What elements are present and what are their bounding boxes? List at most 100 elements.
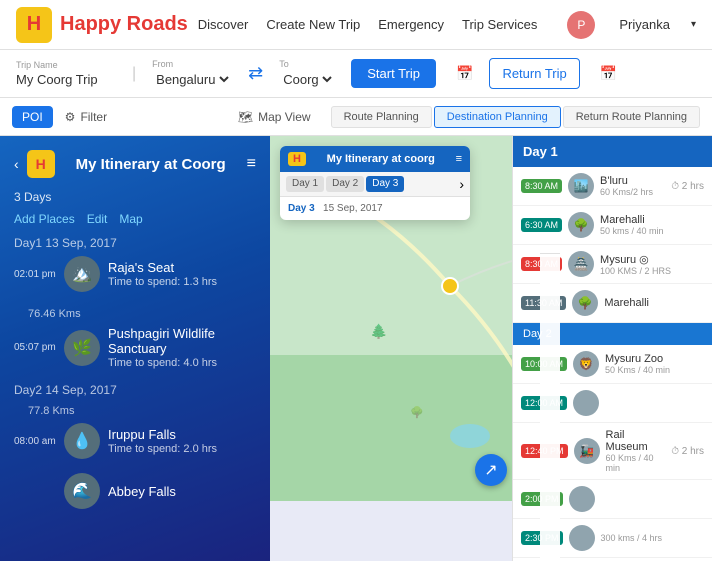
panel-meta: 3 Days: [0, 186, 270, 212]
nav-discover[interactable]: Discover: [198, 17, 249, 32]
filter-icon: ⚙: [65, 110, 76, 124]
item-info: Abbey Falls: [108, 484, 256, 499]
kms-day1: 76.46 Kms: [14, 306, 256, 326]
to-field: To Coorg: [279, 59, 335, 88]
filter-label: Filter: [80, 110, 107, 124]
item-time-badge: 6:30 AM: [521, 218, 562, 232]
item-name: Pushpagiri Wildlife Sanctuary: [108, 326, 256, 356]
list-item: 🌊 Abbey Falls: [14, 473, 256, 509]
from-label: From: [152, 59, 232, 69]
planning-tabs: Route Planning Destination Planning Retu…: [331, 106, 700, 128]
edit-link[interactable]: Edit: [87, 212, 108, 226]
map-view-button[interactable]: 🗺 Map View: [238, 110, 311, 124]
mini-title: My Itinerary at coorg: [327, 153, 435, 165]
item-thumb: 🚂: [574, 438, 600, 464]
item-time-badge: 8:30 AM: [521, 179, 562, 193]
itinerary-list: Day1 13 Sep, 2017 02:01 pm 🏔️ Raja's Sea…: [0, 236, 270, 531]
kms-day2: 77.8 Kms: [14, 403, 256, 423]
user-name[interactable]: Priyanka: [619, 17, 670, 32]
item-name: Mysuru ◎: [600, 253, 704, 266]
mini-day-tab-3[interactable]: Day 3: [366, 176, 404, 192]
item-info: Pushpagiri Wildlife Sanctuary Time to sp…: [108, 326, 256, 369]
tab-route-planning[interactable]: Route Planning: [331, 106, 432, 128]
day1-section: Day1 13 Sep, 2017 02:01 pm 🏔️ Raja's Sea…: [14, 236, 256, 369]
trip-name-input[interactable]: [16, 72, 116, 87]
nav-links: Discover Create New Trip Emergency Trip …: [198, 11, 696, 39]
user-avatar: P: [567, 11, 595, 39]
hamburger-icon[interactable]: ≡: [247, 155, 256, 173]
list-item: 6:30 AM 🌳 Marehalli 50 kms / 40 min: [513, 206, 712, 245]
item-meta: 100 KMS / 2 HRS: [600, 266, 704, 276]
item-spend: Time to spend: 2.0 hrs: [108, 443, 256, 455]
item-name: Marehalli: [600, 214, 704, 226]
item-spend: Time to spend: 4.0 hrs: [108, 357, 256, 369]
item-thumb: 🏯: [568, 251, 594, 277]
map-icon: 🗺: [238, 110, 253, 124]
item-thumb: 🌳: [572, 290, 598, 316]
nav-create-trip[interactable]: Create New Trip: [266, 17, 360, 32]
map-link[interactable]: Map: [119, 212, 142, 226]
mini-next-icon[interactable]: ›: [459, 176, 464, 192]
navigate-icon: ↗: [484, 460, 497, 480]
item-thumb: 🦁: [573, 351, 599, 377]
panel-title: My Itinerary at Coorg: [63, 156, 239, 173]
item-info: Marehalli: [604, 297, 704, 309]
to-select[interactable]: Coorg: [279, 71, 335, 88]
tab-return-route-planning[interactable]: Return Route Planning: [563, 106, 700, 128]
item-name: B'luru: [600, 175, 665, 187]
item-thumb: 🏙️: [568, 173, 594, 199]
start-trip-button[interactable]: Start Trip: [351, 59, 436, 88]
filter-button[interactable]: ⚙ Filter: [65, 110, 107, 124]
item-spend: Time to spend: 1.3 hrs: [108, 276, 256, 288]
return-trip-button[interactable]: Return Trip: [489, 58, 579, 89]
item-name: Raja's Seat: [108, 260, 256, 275]
item-duration: ⏱ 2 hrs: [671, 446, 704, 457]
panel-actions: Add Places Edit Map: [0, 212, 270, 236]
mini-day-tab-2[interactable]: Day 2: [326, 176, 364, 192]
tab-destination-planning[interactable]: Destination Planning: [434, 106, 561, 128]
swap-icon[interactable]: ⇄: [248, 63, 263, 84]
day2-label: Day2 14 Sep, 2017: [14, 383, 256, 397]
days-count: 3 Days: [14, 190, 51, 204]
list-item: 05:07 pm 🌿 Pushpagiri Wildlife Sanctuary…: [14, 326, 256, 369]
mini-day-tab-1[interactable]: Day 1: [286, 176, 324, 192]
list-item: 02:01 pm 🏔️ Raja's Seat Time to spend: 1…: [14, 256, 256, 292]
start-calendar-icon: 📅: [456, 65, 473, 82]
item-thumb: 💧: [64, 423, 100, 459]
trip-name-label: Trip Name: [16, 60, 116, 70]
item-info: Marehalli 50 kms / 40 min: [600, 214, 704, 236]
nav-emergency[interactable]: Emergency: [378, 17, 444, 32]
map-view-label: Map View: [258, 110, 310, 124]
bottom-cards: 🏰 Mysore Palace Historical palace in the…: [540, 253, 560, 561]
chevron-down-icon: ▾: [691, 19, 696, 30]
app-header: H Happy Roads Discover Create New Trip E…: [0, 0, 712, 50]
item-info: Mysuru Zoo 50 Kms / 40 min: [605, 353, 704, 375]
item-thumb: 🌊: [64, 473, 100, 509]
svg-text:🌳: 🌳: [410, 405, 424, 419]
item-name: Marehalli: [604, 297, 704, 309]
from-select[interactable]: Bengaluru: [152, 71, 232, 88]
item-time: 05:07 pm: [14, 342, 64, 353]
back-arrow-icon[interactable]: ‹: [14, 156, 19, 172]
item-thumb: [573, 390, 599, 416]
logo-letter: H: [27, 13, 41, 36]
item-meta: 50 kms / 40 min: [600, 226, 704, 236]
poi-button[interactable]: POI: [12, 106, 53, 128]
separator-1: |: [132, 65, 136, 83]
item-info: 300 kms / 4 hrs: [601, 533, 704, 543]
item-meta: 300 kms / 4 hrs: [601, 533, 704, 543]
add-places-link[interactable]: Add Places: [14, 212, 75, 226]
navigate-button[interactable]: ↗: [475, 454, 507, 486]
nav-trip-services[interactable]: Trip Services: [462, 17, 537, 32]
mini-hamburger-icon[interactable]: ≡: [456, 153, 462, 165]
item-info: Iruppu Falls Time to spend: 2.0 hrs: [108, 427, 256, 455]
panel-header: ‹ H My Itinerary at Coorg ≡: [0, 136, 270, 186]
item-thumb: 🌳: [568, 212, 594, 238]
list-item: 8:30 AM 🏙️ B'luru 60 Kms/2 hrs ⏱ 2 hrs: [513, 167, 712, 206]
itinerary-panel: ‹ H My Itinerary at Coorg ≡ 3 Days Add P…: [0, 136, 270, 561]
item-info: B'luru 60 Kms/2 hrs: [600, 175, 665, 197]
mini-itinerary: H My Itinerary at coorg ≡ Day 1 Day 2 Da…: [280, 146, 470, 220]
item-name: Mysuru Zoo: [605, 353, 704, 365]
item-name: Iruppu Falls: [108, 427, 256, 442]
trip-name-field: Trip Name: [16, 60, 116, 87]
